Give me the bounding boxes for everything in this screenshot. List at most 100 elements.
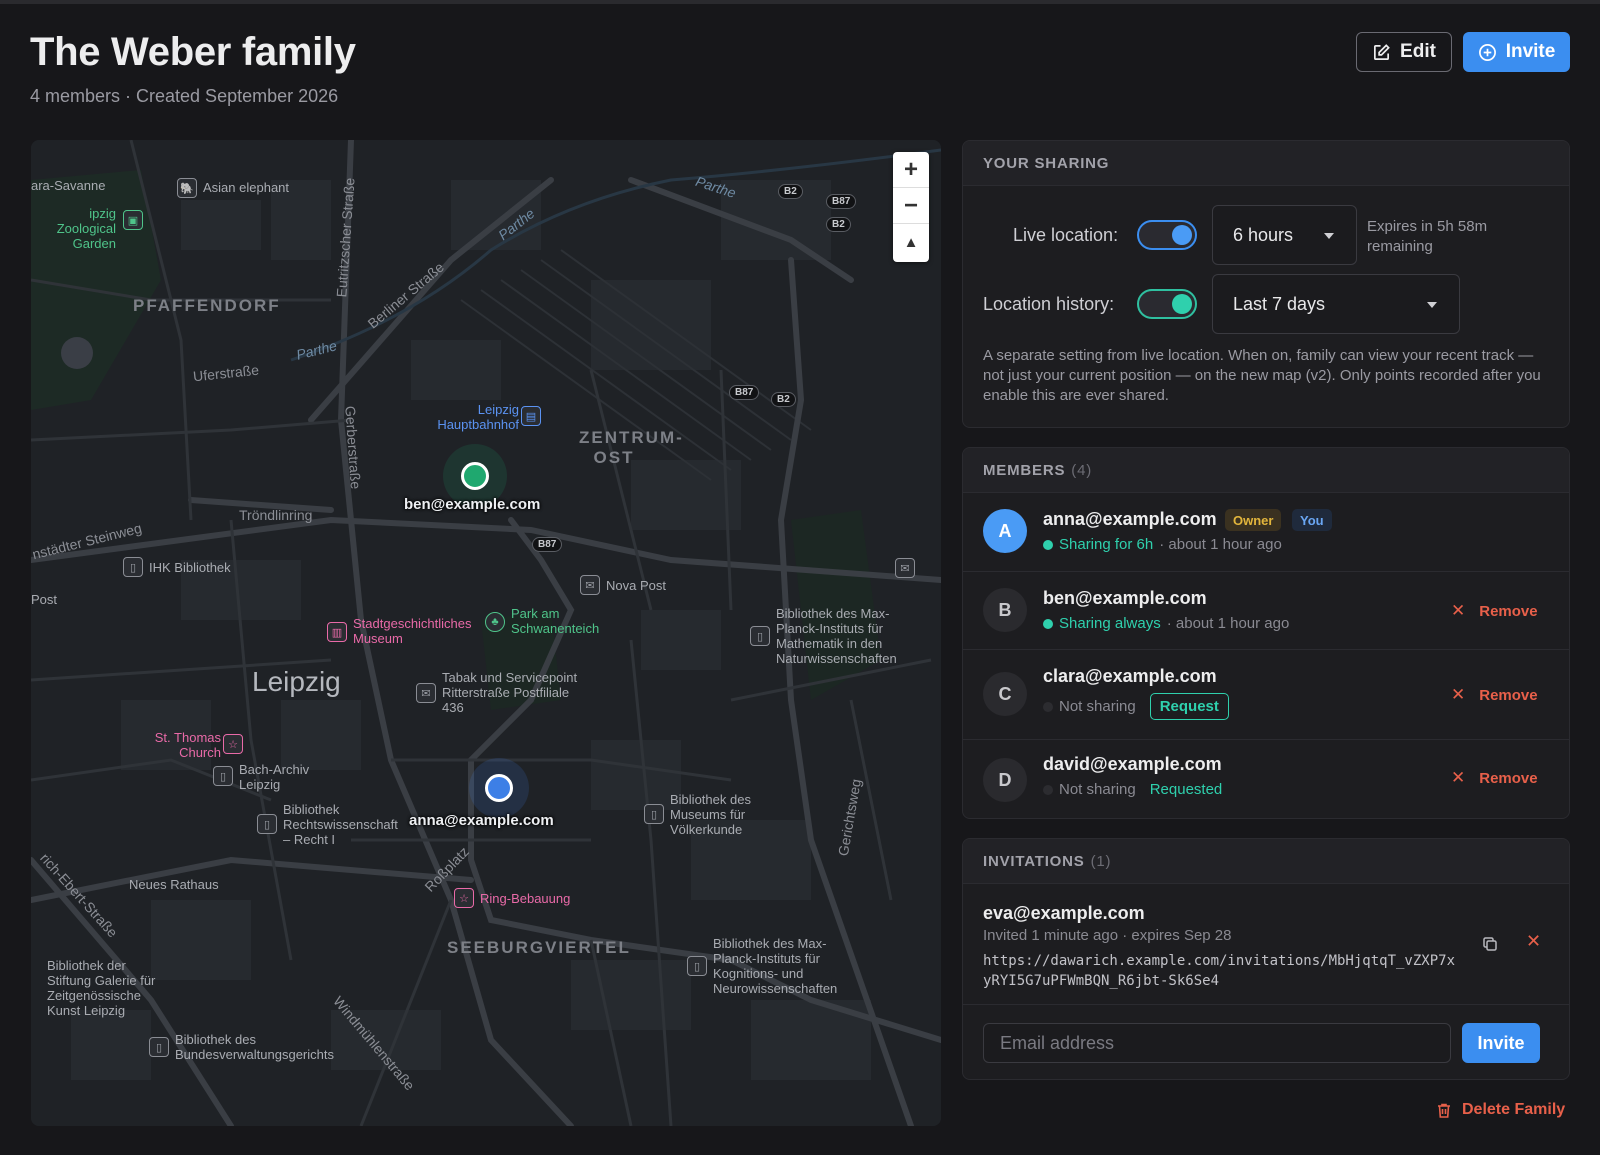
status-text: Not sharing: [1059, 698, 1136, 715]
status-text: Sharing always: [1059, 615, 1161, 632]
invitation-url[interactable]: https://dawarich.example.com/invitations…: [983, 951, 1463, 991]
send-invite-button[interactable]: Invite: [1462, 1023, 1540, 1063]
live-expires-text: Expires in 5h 58m remaining: [1367, 218, 1488, 255]
invite-button-label: Invite: [1505, 41, 1556, 62]
library-icon: ▯: [149, 1037, 169, 1057]
map-label-ara-savanne: ara-Savanne: [31, 178, 106, 193]
museum-icon: ▥: [327, 622, 347, 642]
member-row: A anna@example.com Owner You Sharing for…: [963, 493, 1569, 571]
remove-member-button[interactable]: ✕ Remove: [1451, 768, 1538, 788]
map-label-zentrum-ost: ZENTRUM-OST: [579, 428, 684, 467]
status-dot: [1043, 539, 1053, 550]
toggle-knob: [1172, 294, 1192, 314]
zoo-animal-icon: 🐘: [177, 178, 197, 198]
train-station-icon: ▤: [521, 406, 541, 426]
family-map[interactable]: 🐘 Asian elephant ara-Savanne ipzig Zoolo…: [31, 140, 941, 1126]
anna-marker-label: anna@example.com: [409, 812, 554, 829]
close-icon: ✕: [1451, 768, 1466, 787]
invitation-email: eva@example.com: [983, 903, 1145, 923]
zoom-in-button[interactable]: +: [893, 152, 929, 188]
map-label-bib-stiftung: Bibliothek der Stiftung Galerie für Zeit…: [47, 958, 156, 1018]
library-icon: ▯: [123, 557, 143, 577]
road-badge-b2: B2: [826, 217, 851, 232]
map-label-hauptbahnhof: Leipzig Hauptbahnhof: [437, 402, 519, 432]
history-range-select[interactable]: Last 7 days: [1212, 274, 1460, 334]
live-location-toggle[interactable]: [1137, 220, 1197, 250]
toggle-knob: [1172, 225, 1192, 245]
member-row: B ben@example.com Sharing always · about…: [963, 571, 1569, 649]
status-time: · about 1 hour ago: [1166, 615, 1290, 632]
member-status: Not sharing Request: [1043, 693, 1229, 720]
invitations-count: (1): [1090, 852, 1112, 870]
member-email: anna@example.com: [1043, 509, 1217, 529]
member-row: C clara@example.com Not sharing Request …: [963, 649, 1569, 739]
member-email: clara@example.com: [1043, 666, 1217, 686]
status-text: Sharing for 6h: [1059, 536, 1154, 553]
close-icon: ✕: [1451, 685, 1466, 704]
map-label-park: Park am Schwanenteich: [511, 606, 600, 636]
plus-circle-icon: [1478, 43, 1496, 61]
map-label-seeburgviertel: SEEBURGVIERTEL: [447, 938, 631, 957]
top-border: [0, 0, 1600, 4]
invitations-panel: INVITATIONS (1) eva@example.com Invited …: [962, 838, 1570, 1080]
request-button[interactable]: Request: [1149, 693, 1229, 720]
live-location-label: Live location:: [1013, 225, 1119, 245]
remove-label: Remove: [1479, 602, 1538, 620]
status-text: Not sharing: [1059, 781, 1136, 798]
member-email: david@example.com: [1043, 754, 1222, 774]
location-history-toggle[interactable]: [1137, 289, 1197, 319]
close-icon: ✕: [1451, 601, 1466, 620]
map-label-pfaffendorf: PFAFFENDORF: [133, 296, 281, 315]
zoom-out-button[interactable]: −: [893, 188, 929, 224]
anna-location-marker[interactable]: [485, 774, 513, 802]
library-icon: ▯: [687, 956, 707, 976]
member-row: D david@example.com Not sharing Requeste…: [963, 739, 1569, 818]
map-label-bib-kogn: Bibliothek des Max-Planck-Instituts für …: [713, 936, 838, 996]
post-office-icon: ✉: [895, 558, 915, 578]
ben-location-marker[interactable]: [461, 462, 489, 490]
edit-button[interactable]: Edit: [1356, 32, 1452, 72]
invitation-meta: Invited 1 minute ago · expires Sep 28: [983, 927, 1232, 944]
avatar: D: [983, 758, 1027, 802]
sharing-panel-header: YOUR SHARING: [963, 141, 1569, 186]
delete-family-button[interactable]: Delete Family: [1436, 1101, 1565, 1119]
invite-email-input[interactable]: [983, 1023, 1451, 1063]
live-duration-select[interactable]: 6 hours: [1212, 205, 1357, 265]
map-label-stadtmuseum: Stadtgeschichtliches Museum: [353, 616, 472, 646]
delete-family-label: Delete Family: [1462, 1101, 1566, 1118]
divider: [963, 1004, 1569, 1005]
zoo-icon: ▣: [123, 210, 143, 230]
revoke-invitation-icon[interactable]: ✕: [1526, 931, 1541, 952]
remove-member-button[interactable]: ✕ Remove: [1451, 601, 1538, 621]
road-badge-b87: B87: [729, 385, 760, 400]
map-label-bib-bverwg: Bibliothek des Bundesverwaltungsgerichts: [175, 1032, 334, 1062]
member-email: ben@example.com: [1043, 588, 1207, 608]
members-heading: MEMBERS: [983, 461, 1066, 479]
road-badge-b2: B2: [778, 184, 803, 199]
status-dot: [1043, 701, 1053, 712]
ben-marker-label: ben@example.com: [404, 496, 541, 513]
edit-button-label: Edit: [1400, 41, 1436, 62]
page-subtitle: 4 members · Created September 2026: [30, 86, 339, 106]
map-label-post: Post: [31, 592, 58, 607]
remove-member-button[interactable]: ✕ Remove: [1451, 685, 1538, 705]
live-duration-value: 6 hours: [1233, 224, 1294, 245]
map-label-troendlinring: Tröndlinring: [239, 507, 313, 523]
chevron-down-icon: [1427, 302, 1437, 308]
page-title: The Weber family: [30, 30, 356, 74]
map-label-bach-archiv: Bach-Archiv Leipzig: [239, 762, 310, 792]
invite-button[interactable]: Invite: [1463, 32, 1570, 72]
post-office-icon: ✉: [416, 683, 436, 703]
map-label-neues-rathaus: Neues Rathaus: [129, 877, 219, 892]
you-badge: You: [1292, 509, 1332, 531]
map-label-nova-post: Nova Post: [606, 578, 666, 593]
avatar: A: [983, 509, 1027, 553]
members-panel-header: MEMBERS (4): [963, 448, 1569, 493]
status-dot: [1043, 784, 1053, 795]
map-label-leipzig: Leipzig: [252, 666, 341, 697]
remove-label: Remove: [1479, 686, 1538, 704]
copy-icon[interactable]: [1481, 935, 1499, 953]
road-badge-b2: B2: [771, 392, 796, 407]
map-label-ihk-bibliothek: IHK Bibliothek: [149, 560, 231, 575]
compass-button[interactable]: ▲: [893, 224, 929, 260]
